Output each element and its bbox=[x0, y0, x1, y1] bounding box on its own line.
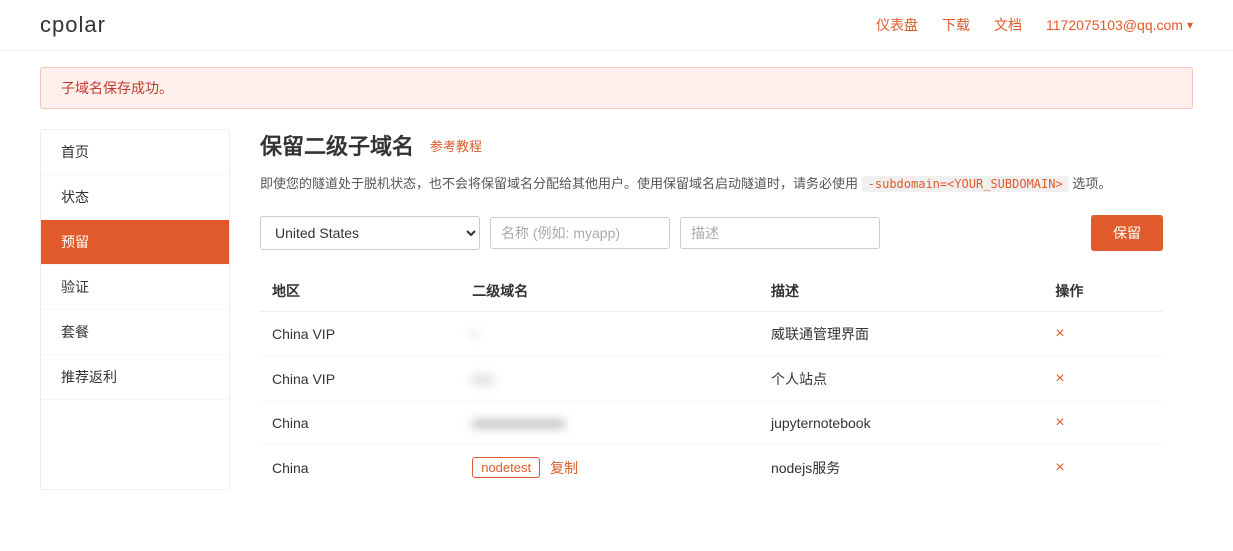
content-header: 保留二级子域名 参考教程 bbox=[260, 129, 1163, 161]
desc-part2: 选项。 bbox=[1072, 176, 1111, 191]
col-action: 操作 bbox=[1043, 271, 1163, 312]
logo: cpolar bbox=[40, 12, 106, 38]
row4-delete-icon[interactable]: × bbox=[1055, 459, 1064, 476]
row3-action: × bbox=[1043, 402, 1163, 445]
sidebar-item-package[interactable]: 套餐 bbox=[41, 310, 229, 355]
row2-action: × bbox=[1043, 357, 1163, 402]
row2-subdomain-value: bse bbox=[472, 371, 495, 387]
table-head: 地区 二级域名 描述 操作 bbox=[260, 271, 1163, 312]
row3-delete-icon[interactable]: × bbox=[1055, 414, 1064, 431]
row1-subdomain-value: t bbox=[472, 326, 476, 342]
nav-dashboard[interactable]: 仪表盘 bbox=[876, 15, 918, 35]
row3-region: China bbox=[260, 402, 460, 445]
alert-success: 子域名保存成功。 bbox=[40, 67, 1193, 109]
main-layout: 首页 状态 预留 验证 套餐 推荐返利 保留二级子域名 参考教程 即使您的隧道处… bbox=[40, 129, 1193, 490]
table-body: China VIP t 威联通管理界面 × China VIP bse 个人站点 bbox=[260, 312, 1163, 491]
description-input[interactable] bbox=[680, 217, 880, 249]
row2-delete-icon[interactable]: × bbox=[1055, 370, 1064, 387]
nav-docs[interactable]: 文档 bbox=[994, 15, 1022, 35]
row1-description: 威联通管理界面 bbox=[759, 312, 1043, 357]
sidebar-item-referral[interactable]: 推荐返利 bbox=[41, 355, 229, 400]
name-input[interactable] bbox=[490, 217, 670, 249]
user-menu[interactable]: 1172075103@qq.com bbox=[1046, 17, 1193, 33]
row2-description: 个人站点 bbox=[759, 357, 1043, 402]
header-nav: 仪表盘 下载 文档 1172075103@qq.com bbox=[876, 15, 1193, 35]
nodetest-cell: nodetest 复制 bbox=[472, 457, 747, 478]
table-row: China VIP bse 个人站点 × bbox=[260, 357, 1163, 402]
row2-region: China VIP bbox=[260, 357, 460, 402]
table-row: China ■■■■■■■■■■■ jupyternotebook × bbox=[260, 402, 1163, 445]
row2-subdomain: bse bbox=[460, 357, 759, 402]
row4-action: × bbox=[1043, 445, 1163, 491]
page-title: 保留二级子域名 bbox=[260, 129, 414, 161]
tutorial-link[interactable]: 参考教程 bbox=[430, 136, 482, 155]
desc-part1: 即使您的隧道处于脱机状态，也不会将保留域名分配给其他用户。使用保留域名启动隧道时… bbox=[260, 176, 858, 191]
header: cpolar 仪表盘 下载 文档 1172075103@qq.com bbox=[0, 0, 1233, 51]
content-description: 即使您的隧道处于脱机状态，也不会将保留域名分配给其他用户。使用保留域名启动隧道时… bbox=[260, 173, 1163, 195]
col-region: 地区 bbox=[260, 271, 460, 312]
copy-button[interactable]: 复制 bbox=[550, 458, 578, 478]
desc-code: -subdomain=<YOUR_SUBDOMAIN> bbox=[862, 176, 1069, 192]
row4-region: China bbox=[260, 445, 460, 491]
row3-subdomain-value: ■■■■■■■■■■■ bbox=[472, 415, 565, 431]
row1-action: × bbox=[1043, 312, 1163, 357]
col-subdomain: 二级域名 bbox=[460, 271, 759, 312]
row3-subdomain: ■■■■■■■■■■■ bbox=[460, 402, 759, 445]
form-row: United States China China VIP 保留 bbox=[260, 215, 1163, 251]
sidebar: 首页 状态 预留 验证 套餐 推荐返利 bbox=[40, 129, 230, 490]
save-button[interactable]: 保留 bbox=[1091, 215, 1163, 251]
col-description: 描述 bbox=[759, 271, 1043, 312]
sidebar-item-verify[interactable]: 验证 bbox=[41, 265, 229, 310]
row3-description: jupyternotebook bbox=[759, 402, 1043, 445]
table-row: China VIP t 威联通管理界面 × bbox=[260, 312, 1163, 357]
sidebar-item-reserved[interactable]: 预留 bbox=[41, 220, 229, 265]
row4-subdomain: nodetest 复制 bbox=[460, 445, 759, 491]
row1-region: China VIP bbox=[260, 312, 460, 357]
row1-delete-icon[interactable]: × bbox=[1055, 325, 1064, 342]
nodetest-badge: nodetest bbox=[472, 457, 540, 478]
region-select[interactable]: United States China China VIP bbox=[260, 216, 480, 250]
sidebar-item-status[interactable]: 状态 bbox=[41, 175, 229, 220]
content-area: 保留二级子域名 参考教程 即使您的隧道处于脱机状态，也不会将保留域名分配给其他用… bbox=[230, 129, 1193, 490]
row1-subdomain: t bbox=[460, 312, 759, 357]
alert-message: 子域名保存成功。 bbox=[61, 80, 173, 96]
table-row: China nodetest 复制 nodejs服务 × bbox=[260, 445, 1163, 491]
subdomain-table: 地区 二级域名 描述 操作 China VIP t 威联通管理界面 × bbox=[260, 271, 1163, 490]
sidebar-item-home[interactable]: 首页 bbox=[41, 130, 229, 175]
row4-description: nodejs服务 bbox=[759, 445, 1043, 491]
nav-download[interactable]: 下载 bbox=[942, 15, 970, 35]
